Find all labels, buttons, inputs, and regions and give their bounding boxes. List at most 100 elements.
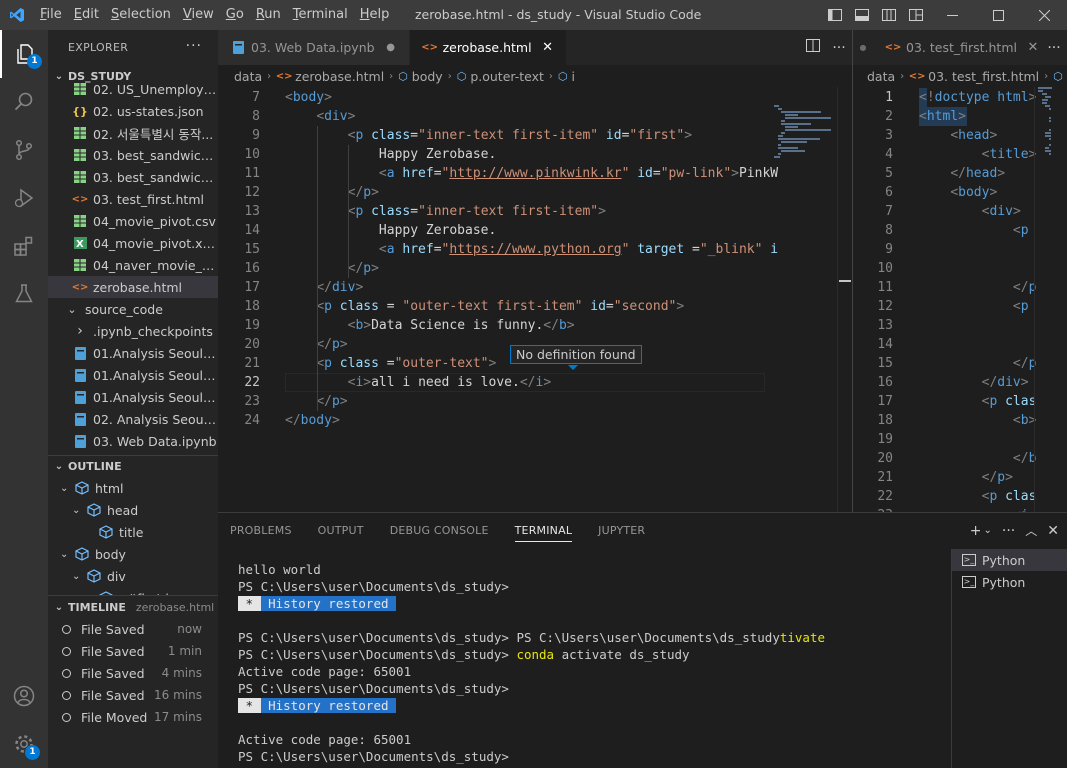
- file-item[interactable]: 01.Analysis Seoul CC...: [48, 386, 218, 408]
- editor-left[interactable]: 7 <body> 8 <div> 9 <p class="inner-text fir…: [218, 87, 852, 512]
- tab-problems[interactable]: PROBLEMS: [230, 513, 292, 548]
- file-item[interactable]: <>folium.html: [48, 452, 218, 455]
- file-item[interactable]: 03. Web Data.ipynb: [48, 430, 218, 452]
- more-actions-icon[interactable]: ···: [1002, 523, 1015, 539]
- file-item[interactable]: 02. US_Unemploym...: [48, 78, 218, 100]
- toggle-sidebar-icon[interactable]: [821, 0, 848, 30]
- outline-section[interactable]: ⌄ OUTLINE: [48, 456, 218, 477]
- code-line[interactable]: 8 <div>: [218, 107, 852, 126]
- more-actions-icon[interactable]: ···: [826, 40, 852, 56]
- terminal-instance[interactable]: >_ Python: [952, 571, 1067, 593]
- close-window-icon[interactable]: [1021, 0, 1067, 30]
- code-line[interactable]: 23 </p>: [218, 392, 852, 411]
- minimize-icon[interactable]: [929, 0, 975, 30]
- breadcrumb-item[interactable]: ⬡ p.outer-text: [457, 69, 544, 84]
- breadcrumb-item[interactable]: ⬡ body: [398, 69, 443, 84]
- menu-run[interactable]: Run: [250, 0, 287, 30]
- more-actions-icon[interactable]: ···: [1041, 40, 1067, 56]
- menu-edit[interactable]: Edit: [68, 0, 105, 30]
- close-tab-icon[interactable]: ✕: [1025, 40, 1041, 55]
- tab-03-test-first-html[interactable]: <> 03. test_first.html ✕: [873, 30, 1052, 65]
- breadcrumb-item[interactable]: data: [234, 69, 262, 84]
- outline-item[interactable]: ⌄ div: [48, 565, 218, 587]
- run-debug-icon[interactable]: [0, 174, 48, 222]
- new-terminal-icon[interactable]: +: [970, 523, 982, 539]
- file-item[interactable]: 02. 서울특별시 동작...: [48, 122, 218, 144]
- source-control-icon[interactable]: [0, 126, 48, 174]
- menu-terminal[interactable]: Terminal: [287, 0, 354, 30]
- code-line[interactable]: 19 <b>Data Science is funny.</b>: [218, 316, 852, 335]
- timeline-item[interactable]: File Saved 1 min: [48, 640, 218, 662]
- tab-jupyter[interactable]: JUPYTER: [598, 513, 645, 548]
- menu-help[interactable]: Help: [354, 0, 396, 30]
- scrollbar-right[interactable]: [1034, 87, 1035, 512]
- breadcrumb-item[interactable]: ⬡...: [1053, 69, 1067, 84]
- file-item[interactable]: 02. Analysis Seoul Cr...: [48, 408, 218, 430]
- timeline-item[interactable]: File Saved 16 mins: [48, 684, 218, 706]
- menu-go[interactable]: Go: [220, 0, 250, 30]
- code-line[interactable]: 7 <body>: [218, 88, 852, 107]
- tab-zerobase-html[interactable]: <> zerobase.html ✕: [409, 30, 567, 65]
- file-item[interactable]: 03. best_sandwiches...: [48, 166, 218, 188]
- file-item[interactable]: 03. best_sandwiches...: [48, 144, 218, 166]
- code-line[interactable]: 9 <p class="inner-text first-item" id="f…: [218, 126, 852, 145]
- code-line[interactable]: 11 <a href="http://www.pinkwink.kr" id="…: [218, 164, 852, 183]
- menu-file[interactable]: File: [34, 0, 68, 30]
- tab-output[interactable]: OUTPUT: [318, 513, 364, 548]
- search-icon[interactable]: [0, 78, 48, 126]
- file-item[interactable]: X 04_movie_pivot.xlsx: [48, 232, 218, 254]
- timeline-item[interactable]: File Moved 17 mins: [48, 706, 218, 728]
- close-tab-icon[interactable]: ✕: [540, 40, 556, 55]
- terminal-instance[interactable]: >_ Python: [952, 549, 1067, 571]
- testing-flask-icon[interactable]: [0, 270, 48, 318]
- split-editor-icon[interactable]: [800, 39, 826, 56]
- code-line[interactable]: 10 Happy Zerobase.: [218, 145, 852, 164]
- editor-right[interactable]: 1 <!doctype html> 2 <html> 3 <head> 4 <title>…: [853, 87, 1067, 512]
- tab-03-web-data-ipynb[interactable]: 03. Web Data.ipynb ●: [218, 30, 410, 65]
- file-item[interactable]: <> zerobase.html: [48, 276, 218, 298]
- code-line[interactable]: 14 Happy Zerobase.: [218, 221, 852, 240]
- file-item[interactable]: 01.Analysis Seoul CC...: [48, 364, 218, 386]
- code-line[interactable]: 18 <p class = "outer-text first-item" id…: [218, 297, 852, 316]
- file-item[interactable]: 01.Analysis Seoul CC...: [48, 342, 218, 364]
- breadcrumb-item[interactable]: <> zerobase.html: [276, 68, 384, 84]
- settings-gear-icon[interactable]: 1: [0, 720, 48, 768]
- extensions-icon[interactable]: [0, 222, 48, 270]
- terminal-dropdown-icon[interactable]: ⌄: [984, 525, 992, 536]
- outline-item[interactable]: ⌄ body: [48, 543, 218, 565]
- terminal-output[interactable]: hello world PS C:\Users\user\Documents\ds…: [238, 561, 948, 765]
- tab-terminal[interactable]: TERMINAL: [514, 520, 573, 542]
- more-actions-icon[interactable]: ···: [186, 38, 202, 54]
- code-line[interactable]: 12 </p>: [218, 183, 852, 202]
- file-item[interactable]: 04_naver_movie_raw...: [48, 254, 218, 276]
- toggle-secondary-sidebar-icon[interactable]: [875, 0, 902, 30]
- file-item[interactable]: {} 02. us-states.json: [48, 100, 218, 122]
- timeline-item[interactable]: File Saved now: [48, 618, 218, 640]
- explorer-icon[interactable]: 1: [0, 30, 48, 78]
- timeline-item[interactable]: File Saved 4 mins: [48, 662, 218, 684]
- outline-item[interactable]: title: [48, 521, 218, 543]
- breadcrumb-item[interactable]: <> 03. test_first.html: [909, 68, 1039, 84]
- menu-selection[interactable]: Selection: [105, 0, 177, 30]
- outline-item[interactable]: ⌄ head: [48, 499, 218, 521]
- maximize-icon[interactable]: [975, 0, 1021, 30]
- outline-item[interactable]: p#first.inner-tex: [48, 587, 218, 595]
- code-line[interactable]: 17 </div>: [218, 278, 852, 297]
- code-line[interactable]: 13 <p class="inner-text first-item">: [218, 202, 852, 221]
- account-icon[interactable]: [0, 672, 48, 720]
- close-panel-icon[interactable]: ✕: [1047, 523, 1059, 539]
- code-line[interactable]: 16 </p>: [218, 259, 852, 278]
- file-item[interactable]: <> 03. test_first.html: [48, 188, 218, 210]
- breadcrumb-item[interactable]: ⬡ i: [558, 69, 575, 84]
- folder-source-code[interactable]: ⌄ source_code: [48, 298, 218, 320]
- toggle-panel-icon[interactable]: [848, 0, 875, 30]
- code-line[interactable]: 15 <a href="https://www.python.org" targ…: [218, 240, 852, 259]
- timeline-section[interactable]: ⌄ TIMELINE zerobase.html: [48, 596, 218, 618]
- code-line[interactable]: 24 </body>: [218, 411, 852, 430]
- customize-layout-icon[interactable]: [902, 0, 929, 30]
- menu-view[interactable]: View: [177, 0, 220, 30]
- tab-debug-console[interactable]: DEBUG CONSOLE: [390, 513, 489, 548]
- folder-item[interactable]: › .ipynb_checkpoints: [48, 320, 218, 342]
- maximize-panel-icon[interactable]: ︿: [1025, 522, 1037, 539]
- file-item[interactable]: 04_movie_pivot.csv: [48, 210, 218, 232]
